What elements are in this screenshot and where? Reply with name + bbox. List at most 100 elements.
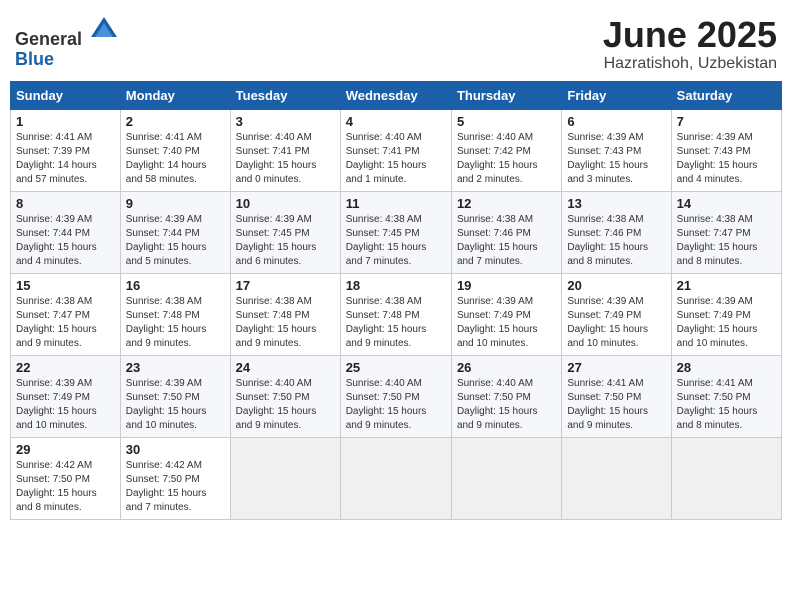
day-info: Sunrise: 4:42 AM Sunset: 7:50 PM Dayligh…: [126, 459, 225, 515]
day-number: 30: [126, 442, 225, 457]
calendar-cell: 24 Sunrise: 4:40 AM Sunset: 7:50 PM Dayli…: [230, 355, 340, 437]
day-info: Sunrise: 4:38 AM Sunset: 7:48 PM Dayligh…: [126, 295, 225, 351]
day-number: 2: [126, 114, 225, 129]
calendar-cell: 7 Sunrise: 4:39 AM Sunset: 7:43 PM Daylig…: [671, 109, 781, 191]
day-info: Sunrise: 4:38 AM Sunset: 7:45 PM Dayligh…: [346, 213, 446, 269]
calendar-cell: 30 Sunrise: 4:42 AM Sunset: 7:50 PM Dayli…: [120, 437, 230, 519]
calendar-cell: 4Sunrise: 4:40 AM Sunset: 7:41 PM Daylig…: [340, 109, 451, 191]
day-info: Sunrise: 4:42 AM Sunset: 7:50 PM Dayligh…: [16, 459, 115, 515]
day-info: Sunrise: 4:38 AM Sunset: 7:47 PM Dayligh…: [677, 213, 776, 269]
calendar-cell: 14 Sunrise: 4:38 AM Sunset: 7:47 PM Dayli…: [671, 191, 781, 273]
calendar-cell: 9 Sunrise: 4:39 AM Sunset: 7:44 PM Daylig…: [120, 191, 230, 273]
day-number: 9: [126, 196, 225, 211]
day-info: Sunrise: 4:41 AM Sunset: 7:50 PM Dayligh…: [677, 377, 776, 433]
calendar-cell: 1 Sunrise: 4:41 AM Sunset: 7:39 PM Daylig…: [11, 109, 121, 191]
day-number: 20: [567, 278, 665, 293]
calendar-cell: 22 Sunrise: 4:39 AM Sunset: 7:49 PM Dayli…: [11, 355, 121, 437]
calendar-cell: [451, 437, 561, 519]
day-number: 4: [346, 114, 446, 129]
calendar-header-saturday: Saturday: [671, 81, 781, 109]
calendar-header-wednesday: Wednesday: [340, 81, 451, 109]
day-number: 6: [567, 114, 665, 129]
calendar-cell: 20 Sunrise: 4:39 AM Sunset: 7:49 PM Dayli…: [562, 273, 671, 355]
day-number: 11: [346, 196, 446, 211]
day-number: 3: [236, 114, 335, 129]
calendar-header-row: SundayMondayTuesdayWednesdayThursdayFrid…: [11, 81, 782, 109]
calendar-cell: 2 Sunrise: 4:41 AM Sunset: 7:40 PM Daylig…: [120, 109, 230, 191]
calendar-week-4: 22 Sunrise: 4:39 AM Sunset: 7:49 PM Dayli…: [11, 355, 782, 437]
calendar-header-tuesday: Tuesday: [230, 81, 340, 109]
day-number: 19: [457, 278, 556, 293]
day-info: Sunrise: 4:41 AM Sunset: 7:40 PM Dayligh…: [126, 131, 225, 187]
month-title: June 2025: [603, 15, 777, 55]
calendar-cell: [562, 437, 671, 519]
calendar-cell: 17Sunrise: 4:38 AM Sunset: 7:48 PM Dayli…: [230, 273, 340, 355]
calendar-cell: 26Sunrise: 4:40 AM Sunset: 7:50 PM Dayli…: [451, 355, 561, 437]
calendar-cell: 12 Sunrise: 4:38 AM Sunset: 7:46 PM Dayli…: [451, 191, 561, 273]
calendar-week-2: 8 Sunrise: 4:39 AM Sunset: 7:44 PM Daylig…: [11, 191, 782, 273]
day-number: 1: [16, 114, 115, 129]
logo-general: General: [15, 29, 82, 49]
day-number: 8: [16, 196, 115, 211]
day-number: 28: [677, 360, 776, 375]
page-header: General Blue June 2025 Hazratishoh, Uzbe…: [10, 10, 782, 73]
calendar-cell: 5Sunrise: 4:40 AM Sunset: 7:42 PM Daylig…: [451, 109, 561, 191]
day-info: Sunrise: 4:39 AM Sunset: 7:49 PM Dayligh…: [567, 295, 665, 351]
day-info: Sunrise: 4:38 AM Sunset: 7:48 PM Dayligh…: [236, 295, 335, 351]
day-number: 27: [567, 360, 665, 375]
day-number: 14: [677, 196, 776, 211]
day-number: 16: [126, 278, 225, 293]
day-info: Sunrise: 4:39 AM Sunset: 7:43 PM Dayligh…: [677, 131, 776, 187]
calendar-cell: 15Sunrise: 4:38 AM Sunset: 7:47 PM Dayli…: [11, 273, 121, 355]
day-info: Sunrise: 4:39 AM Sunset: 7:50 PM Dayligh…: [126, 377, 225, 433]
calendar-header-monday: Monday: [120, 81, 230, 109]
calendar-cell: 16 Sunrise: 4:38 AM Sunset: 7:48 PM Dayli…: [120, 273, 230, 355]
calendar-cell: [340, 437, 451, 519]
day-number: 12: [457, 196, 556, 211]
calendar-header-friday: Friday: [562, 81, 671, 109]
calendar-cell: 10Sunrise: 4:39 AM Sunset: 7:45 PM Dayli…: [230, 191, 340, 273]
day-info: Sunrise: 4:38 AM Sunset: 7:48 PM Dayligh…: [346, 295, 446, 351]
calendar-cell: 6 Sunrise: 4:39 AM Sunset: 7:43 PM Daylig…: [562, 109, 671, 191]
day-info: Sunrise: 4:40 AM Sunset: 7:50 PM Dayligh…: [346, 377, 446, 433]
logo-blue: Blue: [15, 49, 54, 69]
calendar-cell: 23 Sunrise: 4:39 AM Sunset: 7:50 PM Dayli…: [120, 355, 230, 437]
day-number: 29: [16, 442, 115, 457]
calendar-table: SundayMondayTuesdayWednesdayThursdayFrid…: [10, 81, 782, 520]
logo: General Blue: [15, 15, 119, 70]
calendar-cell: 18 Sunrise: 4:38 AM Sunset: 7:48 PM Dayli…: [340, 273, 451, 355]
day-info: Sunrise: 4:39 AM Sunset: 7:49 PM Dayligh…: [457, 295, 556, 351]
day-info: Sunrise: 4:39 AM Sunset: 7:43 PM Dayligh…: [567, 131, 665, 187]
calendar-cell: 27 Sunrise: 4:41 AM Sunset: 7:50 PM Dayli…: [562, 355, 671, 437]
location-title: Hazratishoh, Uzbekistan: [603, 55, 777, 73]
day-number: 21: [677, 278, 776, 293]
day-number: 13: [567, 196, 665, 211]
calendar-cell: 13 Sunrise: 4:38 AM Sunset: 7:46 PM Dayli…: [562, 191, 671, 273]
day-number: 25: [346, 360, 446, 375]
logo-icon: [89, 15, 119, 45]
day-info: Sunrise: 4:39 AM Sunset: 7:49 PM Dayligh…: [16, 377, 115, 433]
calendar-week-5: 29 Sunrise: 4:42 AM Sunset: 7:50 PM Dayli…: [11, 437, 782, 519]
day-number: 23: [126, 360, 225, 375]
calendar-cell: 29 Sunrise: 4:42 AM Sunset: 7:50 PM Dayli…: [11, 437, 121, 519]
day-number: 15: [16, 278, 115, 293]
day-info: Sunrise: 4:38 AM Sunset: 7:46 PM Dayligh…: [567, 213, 665, 269]
day-info: Sunrise: 4:40 AM Sunset: 7:41 PM Dayligh…: [236, 131, 335, 187]
day-info: Sunrise: 4:40 AM Sunset: 7:50 PM Dayligh…: [457, 377, 556, 433]
day-number: 10: [236, 196, 335, 211]
day-number: 7: [677, 114, 776, 129]
calendar-cell: 25 Sunrise: 4:40 AM Sunset: 7:50 PM Dayli…: [340, 355, 451, 437]
day-number: 18: [346, 278, 446, 293]
day-info: Sunrise: 4:40 AM Sunset: 7:50 PM Dayligh…: [236, 377, 335, 433]
day-info: Sunrise: 4:41 AM Sunset: 7:39 PM Dayligh…: [16, 131, 115, 187]
calendar-cell: [230, 437, 340, 519]
day-info: Sunrise: 4:38 AM Sunset: 7:46 PM Dayligh…: [457, 213, 556, 269]
day-info: Sunrise: 4:41 AM Sunset: 7:50 PM Dayligh…: [567, 377, 665, 433]
day-number: 24: [236, 360, 335, 375]
calendar-week-1: 1 Sunrise: 4:41 AM Sunset: 7:39 PM Daylig…: [11, 109, 782, 191]
calendar-cell: 19 Sunrise: 4:39 AM Sunset: 7:49 PM Dayli…: [451, 273, 561, 355]
day-info: Sunrise: 4:39 AM Sunset: 7:44 PM Dayligh…: [126, 213, 225, 269]
calendar-body: 1 Sunrise: 4:41 AM Sunset: 7:39 PM Daylig…: [11, 109, 782, 519]
calendar-header-sunday: Sunday: [11, 81, 121, 109]
day-number: 22: [16, 360, 115, 375]
